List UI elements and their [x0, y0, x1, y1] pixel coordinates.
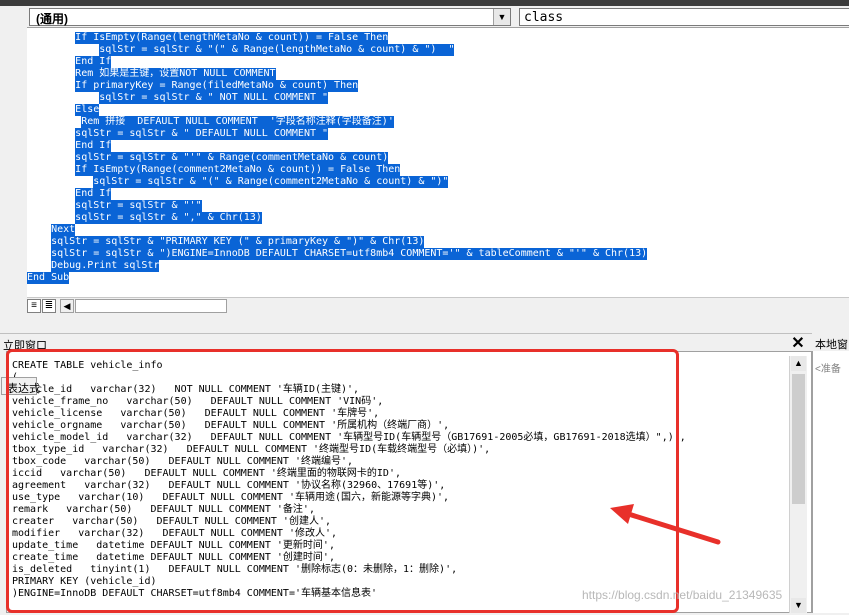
locals-window-title: 本地窗口 — [815, 339, 849, 351]
selected-code-text: sqlStr = sqlStr & "(" & Range(comment2Me… — [93, 176, 449, 188]
scroll-up-icon[interactable]: ▲ — [791, 356, 806, 371]
locals-window-titlebar: 本地窗口 — [812, 333, 849, 351]
selected-code-text: If IsEmpty(Range(lengthMetaNo & count)) … — [75, 32, 389, 44]
selected-code-text: sqlStr = sqlStr & " NOT NULL COMMENT " — [99, 92, 329, 104]
code-line[interactable]: End Sub — [27, 272, 647, 284]
code-line[interactable]: End If — [27, 56, 647, 68]
red-arrow-icon — [610, 504, 721, 545]
full-module-view-icon[interactable]: ≣ — [42, 299, 56, 313]
locals-status: <准备 — [815, 364, 841, 375]
selected-code-text: Rem 如果是主键，设置NOT NULL COMMENT — [75, 68, 276, 80]
code-line[interactable]: sqlStr = sqlStr & " NOT NULL COMMENT " — [27, 92, 647, 104]
code-line[interactable]: sqlStr = sqlStr & " DEFAULT NULL COMMENT… — [27, 128, 647, 140]
code-line[interactable]: Rem 拼接 DEFAULT NULL COMMENT '字段名称注释(字段备注… — [27, 116, 647, 128]
vertical-scrollbar[interactable]: ▲ ▼ — [789, 356, 807, 613]
code-line[interactable]: If primaryKey = Range(filedMetaNo & coun… — [27, 80, 647, 92]
code-line[interactable]: sqlStr = sqlStr & "(" & Range(comment2Me… — [27, 176, 647, 188]
selected-code-text: End If — [75, 188, 112, 200]
code-lines: If IsEmpty(Range(lengthMetaNo & count)) … — [27, 32, 648, 284]
code-editor[interactable]: If IsEmpty(Range(lengthMetaNo & count)) … — [27, 27, 849, 314]
selected-code-text: Debug.Print sqlStr — [51, 260, 160, 272]
object-dropdown-value: (通用) — [36, 12, 68, 26]
code-line[interactable]: If IsEmpty(Range(lengthMetaNo & count)) … — [27, 32, 647, 44]
code-line[interactable]: sqlStr = sqlStr & "," & Chr(13) — [27, 212, 647, 224]
selected-code-text: sqlStr = sqlStr & " DEFAULT NULL COMMENT… — [75, 128, 329, 140]
selected-code-text: sqlStr = sqlStr & "," & Chr(13) — [75, 212, 262, 224]
code-line[interactable]: sqlStr = sqlStr & "PRIMARY KEY (" & prim… — [27, 236, 647, 248]
scroll-down-icon[interactable]: ▼ — [791, 598, 806, 613]
code-line[interactable]: sqlStr = sqlStr & "'" — [27, 200, 647, 212]
code-line[interactable]: sqlStr = sqlStr & ")ENGINE=InnoDB DEFAUL… — [27, 248, 648, 260]
code-line[interactable]: Debug.Print sqlStr — [27, 260, 647, 272]
code-line[interactable]: sqlStr = sqlStr & "(" & Range(lengthMeta… — [27, 44, 647, 56]
selected-code-text: sqlStr = sqlStr & "'" — [75, 200, 202, 212]
selected-code-text: Next — [51, 224, 76, 236]
selected-code-text: Rem 拼接 DEFAULT NULL COMMENT '字段名称注释(字段备注… — [81, 116, 394, 128]
selected-code-text: sqlStr = sqlStr & "'" & Range(commentMet… — [75, 152, 389, 164]
selected-code-text: End If — [75, 140, 112, 152]
code-line[interactable]: If IsEmpty(Range(comment2MetaNo & count)… — [27, 164, 647, 176]
chevron-down-icon[interactable]: ▼ — [493, 9, 510, 25]
code-line[interactable]: End If — [27, 140, 647, 152]
horizontal-scrollbar[interactable] — [75, 299, 227, 313]
locals-window: <准备 — [812, 351, 849, 613]
object-dropdown[interactable]: (通用) ▼ — [29, 8, 511, 26]
selected-code-text: sqlStr = sqlStr & "PRIMARY KEY (" & prim… — [51, 236, 425, 248]
highlight-box — [6, 349, 679, 613]
selected-code-text: sqlStr = sqlStr & "(" & Range(lengthMeta… — [99, 44, 455, 56]
code-editor-footer: ≡ ≣ ◀ — [27, 297, 849, 315]
selected-code-text: If IsEmpty(Range(comment2MetaNo & count)… — [75, 164, 401, 176]
code-line[interactable]: sqlStr = sqlStr & "'" & Range(commentMet… — [27, 152, 647, 164]
scroll-left-icon[interactable]: ◀ — [60, 299, 74, 313]
code-line[interactable]: Next — [27, 224, 647, 236]
selected-code-text: End If — [75, 56, 112, 68]
procedure-view-icon[interactable]: ≡ — [27, 299, 41, 313]
code-line[interactable]: Else — [27, 104, 647, 116]
code-line[interactable]: Rem 如果是主键，设置NOT NULL COMMENT — [27, 68, 647, 80]
code-line[interactable]: End If — [27, 188, 647, 200]
selected-code-text: End Sub — [27, 272, 70, 284]
watermark: https://blog.csdn.net/baidu_21349635 — [582, 588, 783, 602]
selected-code-text: Else — [75, 104, 100, 116]
scrollbar-thumb[interactable] — [792, 374, 805, 504]
selected-code-text: If primaryKey = Range(filedMetaNo & coun… — [75, 80, 359, 92]
procedure-dropdown[interactable]: class — [519, 8, 849, 26]
selected-code-text: sqlStr = sqlStr & ")ENGINE=InnoDB DEFAUL… — [51, 248, 648, 260]
close-icon[interactable]: ✕ — [789, 336, 807, 352]
title-strip — [0, 0, 849, 6]
procedure-dropdown-value: class — [524, 10, 564, 25]
